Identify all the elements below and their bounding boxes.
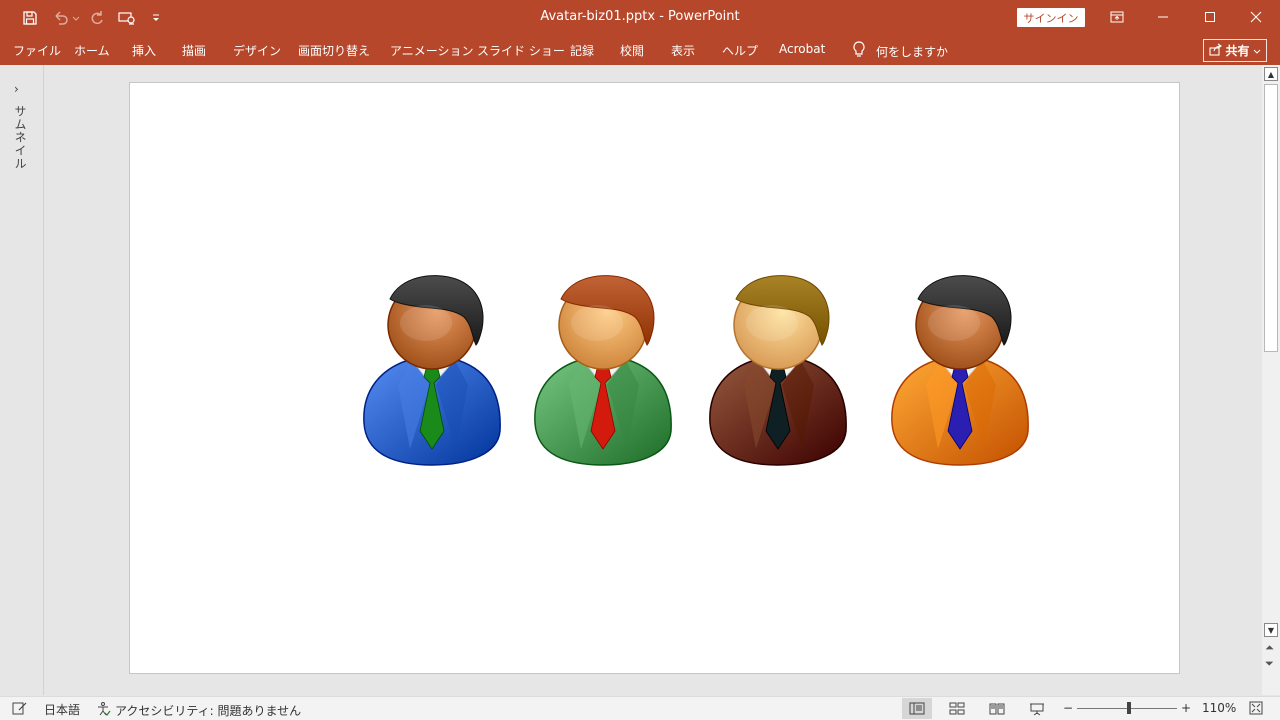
lightbulb-icon [852,41,866,61]
accessibility-icon [95,701,111,720]
language-indicator[interactable]: 日本語 [44,701,80,718]
customize-qat-icon[interactable] [144,6,168,30]
avatar-face-highlight [746,305,798,341]
undo-icon[interactable] [50,6,82,30]
tab-view[interactable]: 表示 [671,42,695,59]
tab-slideshow[interactable]: スライド ショー [477,42,565,59]
tab-file[interactable]: ファイル [13,42,61,59]
thumbnail-rail: › サムネイル [0,65,44,695]
tab-help[interactable]: ヘルプ [722,42,758,59]
language-label: 日本語 [44,703,81,717]
tab-acrobat[interactable]: Acrobat [779,42,825,56]
tab-review[interactable]: 校閲 [620,42,644,59]
maximize-icon[interactable] [1187,0,1233,34]
fit-to-window-icon[interactable] [1249,701,1263,715]
tab-draw[interactable]: 描画 [182,42,206,59]
avatar-blue-suit[interactable] [360,273,506,473]
avatar-orange-suit[interactable] [888,273,1034,473]
minimize-icon[interactable] [1140,0,1186,34]
slide-canvas[interactable] [129,82,1180,674]
accessibility-label: アクセシビリティ: 問題ありません [115,704,302,718]
tell-me-label: 何をしますか [876,44,949,59]
vertical-scrollbar[interactable]: ▲ ▼ ⏶ ⏷ [1262,65,1280,695]
notes-edit-icon[interactable] [12,701,28,715]
status-bar: 日本語 アクセシビリティ: 問題ありません − + 110% [0,696,1280,720]
avatar-face-highlight [571,305,623,341]
scroll-up-icon[interactable]: ▲ [1264,67,1278,81]
touch-mode-icon[interactable] [115,6,139,30]
tab-transitions[interactable]: 画面切り替え [298,42,370,59]
expand-thumbnails-button[interactable]: › [14,82,19,96]
previous-slide-icon[interactable]: ⏶ [1265,641,1274,655]
avatar-green-suit[interactable] [531,273,677,473]
chevron-down-icon [1253,44,1261,58]
save-icon[interactable] [18,6,42,30]
thumbnail-rail-label[interactable]: サムネイル [12,105,29,170]
title-bar: Avatar-biz01.pptx - PowerPoint サインイン [0,0,1280,36]
tab-design[interactable]: デザイン [233,42,281,59]
avatar-face-highlight [928,305,980,341]
scroll-down-icon[interactable]: ▼ [1264,623,1278,637]
tab-animations[interactable]: アニメーション [390,42,474,59]
scrollbar-thumb[interactable] [1264,84,1278,352]
next-slide-icon[interactable]: ⏷ [1265,657,1274,671]
share-icon [1209,43,1223,59]
close-icon[interactable] [1233,0,1279,34]
slideshow-icon[interactable] [1022,698,1052,719]
signin-button[interactable]: サインイン [1017,8,1085,27]
redo-icon[interactable] [85,6,109,30]
document-title: Avatar-biz01.pptx - PowerPoint [540,9,740,24]
ribbon-tab-bar: ファイル ホーム 挿入 描画 デザイン 画面切り替え アニメーション スライド … [0,36,1280,65]
zoom-slider-thumb[interactable] [1127,702,1131,714]
zoom-in-button[interactable]: + [1181,701,1191,715]
share-button[interactable]: 共有 [1203,39,1267,62]
avatar-brown-suit[interactable] [706,273,852,473]
share-label: 共有 [1225,44,1250,58]
ribbon-display-icon[interactable] [1094,0,1140,34]
tab-home[interactable]: ホーム [74,42,110,59]
slide-sorter-icon[interactable] [942,698,972,719]
slide-editor [45,65,1261,695]
reading-view-icon[interactable] [982,698,1012,719]
avatar-face-highlight [400,305,452,341]
tell-me-search[interactable]: 何をしますか [852,41,948,61]
normal-view-icon[interactable] [902,698,932,719]
accessibility-status[interactable]: アクセシビリティ: 問題ありません [95,701,301,720]
tab-insert[interactable]: 挿入 [132,42,156,59]
zoom-level[interactable]: 110% [1202,701,1236,715]
zoom-out-button[interactable]: − [1063,701,1073,715]
tab-record[interactable]: 記録 [570,42,594,59]
